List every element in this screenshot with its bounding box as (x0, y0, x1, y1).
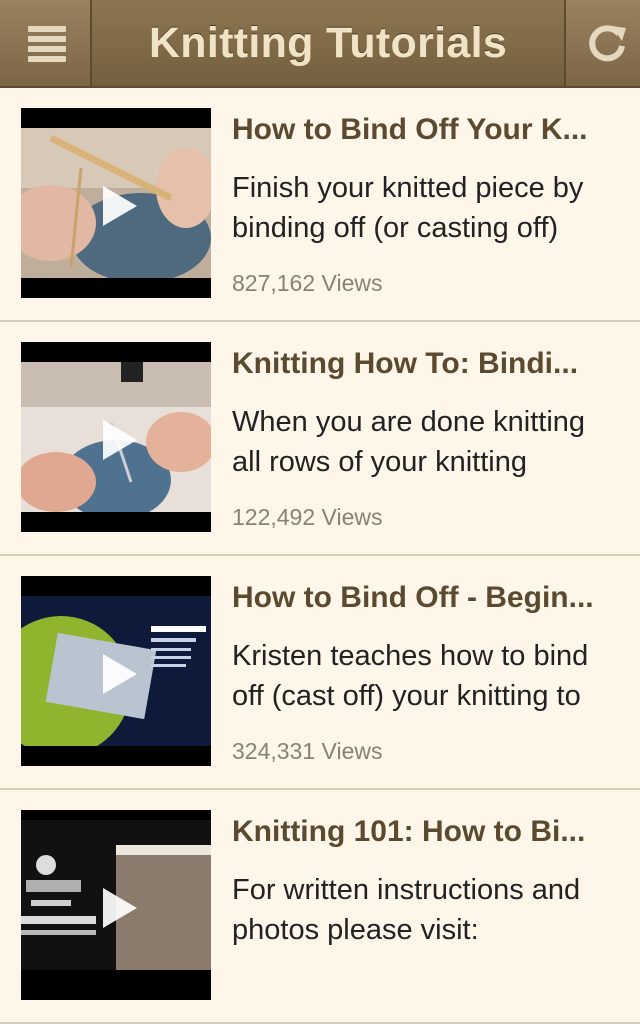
view-count: 324,331 Views (232, 738, 383, 764)
refresh-icon (589, 25, 626, 62)
play-icon (103, 186, 137, 226)
video-thumbnail[interactable] (21, 108, 211, 298)
video-title[interactable]: How to Bind Off - Begin... (232, 578, 632, 618)
view-count: 122,492 Views (232, 504, 383, 530)
list-item[interactable]: How to Bind Off - Begin... Kristen teach… (0, 556, 640, 790)
video-title[interactable]: Knitting How To: Bindi... (232, 344, 632, 384)
list-item[interactable]: Knitting 101: How to Bi... For written i… (0, 790, 640, 1024)
description-line: binding off (or casting off) (232, 212, 559, 244)
description-line: photos please visit: (232, 914, 479, 946)
list-item[interactable]: How to Bind Off Your K... Finish your kn… (0, 88, 640, 322)
description-line: For written instructions and (232, 874, 581, 906)
view-count: 827,162 Views (232, 270, 383, 296)
menu-button[interactable] (0, 0, 92, 86)
play-icon (103, 654, 137, 694)
description-line: all rows of your knitting (232, 446, 527, 478)
video-title[interactable]: Knitting 101: How to Bi... (232, 812, 632, 852)
page-title: Knitting Tutorials (148, 19, 508, 67)
refresh-button[interactable] (564, 0, 640, 86)
video-list: How to Bind Off Your K... Finish your kn… (0, 88, 640, 1024)
video-thumbnail[interactable] (21, 810, 211, 1000)
video-thumbnail[interactable] (21, 576, 211, 766)
video-description: Finish your knitted piece by binding off… (232, 168, 640, 248)
play-icon (103, 420, 137, 460)
description-line: Kristen teaches how to bind (232, 640, 589, 672)
description-line: off (cast off) your knitting to (232, 680, 581, 712)
play-icon (103, 888, 137, 928)
list-item[interactable]: Knitting How To: Bindi... When you are d… (0, 322, 640, 556)
video-description: Kristen teaches how to bind off (cast of… (232, 636, 640, 716)
description-line: Finish your knitted piece by (232, 172, 584, 204)
video-description: When you are done knitting all rows of y… (232, 402, 640, 482)
menu-icon (28, 24, 66, 62)
description-line: When you are done knitting (232, 406, 586, 438)
video-description: For written instructions and photos plea… (232, 870, 640, 950)
video-thumbnail[interactable] (21, 342, 211, 532)
video-title[interactable]: How to Bind Off Your K... (232, 110, 632, 150)
app-header: Knitting Tutorials (0, 0, 640, 88)
